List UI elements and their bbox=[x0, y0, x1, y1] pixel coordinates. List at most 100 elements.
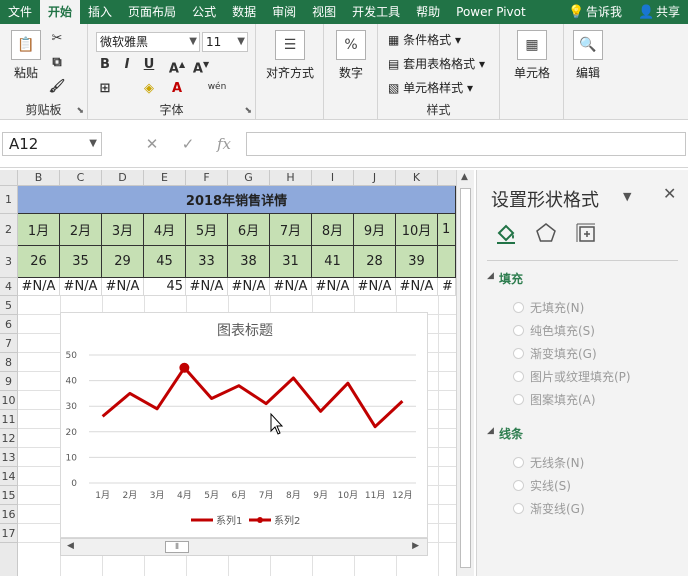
cut-icon[interactable]: ✂ bbox=[48, 30, 66, 48]
value-cell[interactable]: 41 bbox=[312, 246, 354, 278]
value-cell[interactable]: 45 bbox=[144, 246, 186, 278]
enter-icon[interactable]: ✓ bbox=[176, 132, 200, 156]
format-as-table-button[interactable]: ▤ 套用表格格式 ▾ bbox=[388, 54, 485, 74]
tab-data[interactable]: 数据 bbox=[224, 0, 264, 24]
helper-cell[interactable]: #N/A bbox=[270, 278, 312, 296]
cell-styles-button[interactable]: ▧ 单元格样式 ▾ bbox=[388, 78, 473, 98]
row-header[interactable]: 2 bbox=[0, 214, 18, 246]
column-header[interactable]: E bbox=[144, 170, 186, 186]
row-header[interactable]: 4 bbox=[0, 278, 18, 296]
month-cell-partial[interactable]: 1 bbox=[438, 214, 456, 246]
tab-formulas[interactable]: 公式 bbox=[184, 0, 224, 24]
line-chart[interactable]: 图表标题 0 10 20 30 40 50 1月 2月 3月 4月 5月 6月 7月 8月 9月 10月 11… bbox=[60, 312, 428, 538]
helper-cell[interactable]: #N/A bbox=[228, 278, 270, 296]
tab-home[interactable]: 开始 bbox=[40, 0, 81, 24]
helper-cell[interactable]: #N/A bbox=[186, 278, 228, 296]
row-header[interactable]: 10 bbox=[0, 391, 18, 410]
row-header[interactable]: 17 bbox=[0, 524, 18, 543]
month-cell[interactable]: 10月 bbox=[396, 214, 438, 246]
scroll-right-icon[interactable]: ▶ bbox=[412, 541, 419, 551]
font-launcher-icon[interactable]: ⬊ bbox=[244, 106, 252, 116]
solid-line-option[interactable]: 实线(S) bbox=[513, 477, 571, 494]
gradient-line-option[interactable]: 渐变线(G) bbox=[513, 500, 585, 517]
paste-button[interactable]: 📋 粘贴 bbox=[8, 30, 44, 81]
sheet-title-cell[interactable]: 2018年销售详情 bbox=[18, 186, 456, 214]
column-header[interactable]: I bbox=[312, 170, 354, 186]
number-format-button[interactable]: % 数字 bbox=[328, 30, 374, 81]
font-name-combo[interactable]: 微软雅黑 ▼ bbox=[96, 32, 200, 52]
value-cell-partial[interactable] bbox=[438, 246, 456, 278]
column-header[interactable]: H bbox=[270, 170, 312, 186]
border-icon[interactable]: ⊞ bbox=[96, 80, 114, 98]
no-fill-option[interactable]: 无填充(N) bbox=[513, 299, 584, 316]
tab-page-layout[interactable]: 页面布局 bbox=[120, 0, 184, 24]
tell-me-box[interactable]: 💡 告诉我 bbox=[560, 0, 630, 24]
row-header[interactable]: 5 bbox=[0, 296, 18, 315]
font-color-icon[interactable]: A bbox=[168, 80, 186, 98]
value-cell[interactable]: 26 bbox=[18, 246, 60, 278]
value-cell[interactable]: 28 bbox=[354, 246, 396, 278]
phonetic-button[interactable]: wén bbox=[202, 78, 232, 96]
row-header[interactable]: 3 bbox=[0, 246, 18, 278]
editing-button[interactable]: 🔍 编辑 bbox=[568, 30, 608, 81]
tab-view[interactable]: 视图 bbox=[304, 0, 344, 24]
tab-power-pivot[interactable]: Power Pivot bbox=[448, 0, 534, 24]
helper-cell[interactable]: #N/A bbox=[396, 278, 438, 296]
scrollbar-thumb[interactable]: ⦀ bbox=[165, 541, 189, 553]
value-cell[interactable]: 33 bbox=[186, 246, 228, 278]
column-header[interactable]: F bbox=[186, 170, 228, 186]
value-cell[interactable]: 39 bbox=[396, 246, 438, 278]
tab-developer[interactable]: 开发工具 bbox=[344, 0, 408, 24]
month-cell[interactable]: 9月 bbox=[354, 214, 396, 246]
column-header-partial[interactable] bbox=[438, 170, 456, 186]
scrollbar-thumb[interactable] bbox=[460, 188, 471, 568]
value-cell[interactable]: 38 bbox=[228, 246, 270, 278]
row-header[interactable]: 8 bbox=[0, 353, 18, 372]
value-cell[interactable]: 35 bbox=[60, 246, 102, 278]
month-cell[interactable]: 4月 bbox=[144, 214, 186, 246]
row-header[interactable]: 1 bbox=[0, 186, 18, 214]
share-button[interactable]: 👤 共享 bbox=[630, 0, 688, 24]
series-2-markers[interactable] bbox=[179, 362, 190, 373]
fill-section-header[interactable]: ◢ 填充 bbox=[487, 270, 523, 287]
chart-title[interactable]: 图表标题 bbox=[217, 323, 273, 339]
underline-button[interactable]: U bbox=[140, 56, 158, 74]
no-line-option[interactable]: 无线条(N) bbox=[513, 454, 584, 471]
pattern-fill-option[interactable]: 图案填充(A) bbox=[513, 391, 596, 408]
cancel-icon[interactable]: ✕ bbox=[140, 132, 164, 156]
vertical-scrollbar[interactable]: ▲ bbox=[456, 170, 474, 576]
value-cell[interactable]: 31 bbox=[270, 246, 312, 278]
month-cell[interactable]: 2月 bbox=[60, 214, 102, 246]
tab-file[interactable]: 文件 bbox=[0, 0, 40, 24]
column-header[interactable]: J bbox=[354, 170, 396, 186]
row-header[interactable]: 12 bbox=[0, 429, 18, 448]
tab-review[interactable]: 审阅 bbox=[264, 0, 304, 24]
series-2-point[interactable] bbox=[179, 362, 190, 373]
month-cell[interactable]: 7月 bbox=[270, 214, 312, 246]
column-header[interactable]: K bbox=[396, 170, 438, 186]
italic-button[interactable]: I bbox=[118, 56, 136, 74]
month-cell[interactable]: 8月 bbox=[312, 214, 354, 246]
helper-cell[interactable]: #N/A bbox=[312, 278, 354, 296]
chevron-down-icon[interactable]: ▼ bbox=[623, 190, 631, 203]
bold-button[interactable]: B bbox=[96, 56, 114, 74]
name-box[interactable]: A12 ▼ bbox=[2, 132, 102, 156]
font-size-combo[interactable]: 11 ▼ bbox=[202, 32, 248, 52]
copy-icon[interactable]: ⧉ bbox=[48, 54, 66, 72]
row-header[interactable]: 9 bbox=[0, 372, 18, 391]
tab-help[interactable]: 帮助 bbox=[408, 0, 448, 24]
row-header[interactable]: 7 bbox=[0, 334, 18, 353]
fill-color-icon[interactable]: ◈ bbox=[140, 80, 158, 98]
row-header[interactable]: 16 bbox=[0, 505, 18, 524]
gradient-fill-option[interactable]: 渐变填充(G) bbox=[513, 345, 597, 362]
month-cell[interactable]: 3月 bbox=[102, 214, 144, 246]
scroll-left-icon[interactable]: ◀ bbox=[67, 541, 74, 551]
picture-fill-option[interactable]: 图片或纹理填充(P) bbox=[513, 368, 631, 385]
helper-cell[interactable]: #N/A bbox=[60, 278, 102, 296]
column-header[interactable]: D bbox=[102, 170, 144, 186]
line-section-header[interactable]: ◢ 线条 bbox=[487, 425, 523, 442]
month-cell[interactable]: 5月 bbox=[186, 214, 228, 246]
formula-input[interactable] bbox=[246, 132, 686, 156]
scroll-up-icon[interactable]: ▲ bbox=[461, 172, 468, 182]
column-header[interactable]: C bbox=[60, 170, 102, 186]
